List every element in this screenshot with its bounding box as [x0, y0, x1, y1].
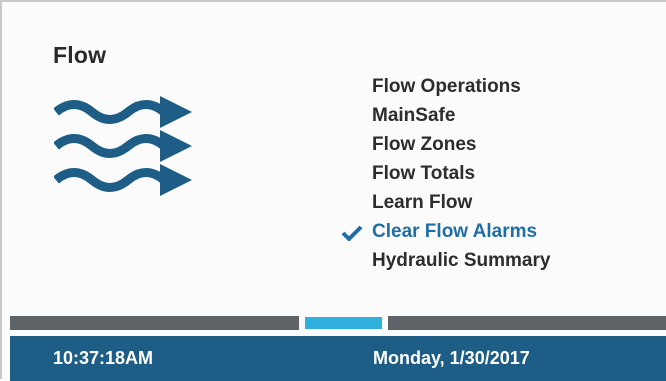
menu-item-label: MainSafe — [372, 105, 456, 126]
menu-item-label: Flow Totals — [372, 163, 476, 184]
flow-menu: Flow Operations MainSafe Flow Zones Flow… — [339, 72, 550, 275]
menu-item-label: Clear Flow Alarms — [372, 221, 538, 242]
menu-item-label: Flow Operations — [372, 76, 521, 97]
menu-item-hydraulic-summary[interactable]: Hydraulic Summary — [339, 246, 550, 275]
menu-item-learn-flow[interactable]: Learn Flow — [339, 188, 550, 217]
page-title: Flow — [53, 42, 107, 68]
page-indicator-segment — [305, 317, 382, 329]
menu-item-flow-totals[interactable]: Flow Totals — [339, 159, 550, 188]
current-date: Monday, 1/30/2017 — [373, 348, 530, 368]
menu-item-mainsafe[interactable]: MainSafe — [339, 101, 550, 130]
menu-item-label: Learn Flow — [372, 192, 473, 213]
page-indicator — [10, 316, 666, 330]
controller-screen: Flow Flow Operations MainSafe Flow Zones… — [0, 0, 666, 381]
menu-item-flow-operations[interactable]: Flow Operations — [339, 72, 550, 101]
menu-item-label: Flow Zones — [372, 134, 477, 155]
checkmark-icon — [341, 217, 363, 246]
menu-item-clear-flow-alarms[interactable]: Clear Flow Alarms — [339, 217, 550, 246]
page-indicator-segment — [10, 316, 299, 330]
status-bar: 10:37:18AM Monday, 1/30/2017 — [10, 336, 666, 381]
menu-item-label: Hydraulic Summary — [372, 250, 551, 271]
flow-waves-icon — [53, 96, 196, 200]
current-time: 10:37:18AM — [53, 348, 154, 368]
menu-item-flow-zones[interactable]: Flow Zones — [339, 130, 550, 159]
page-indicator-segment — [388, 316, 666, 330]
